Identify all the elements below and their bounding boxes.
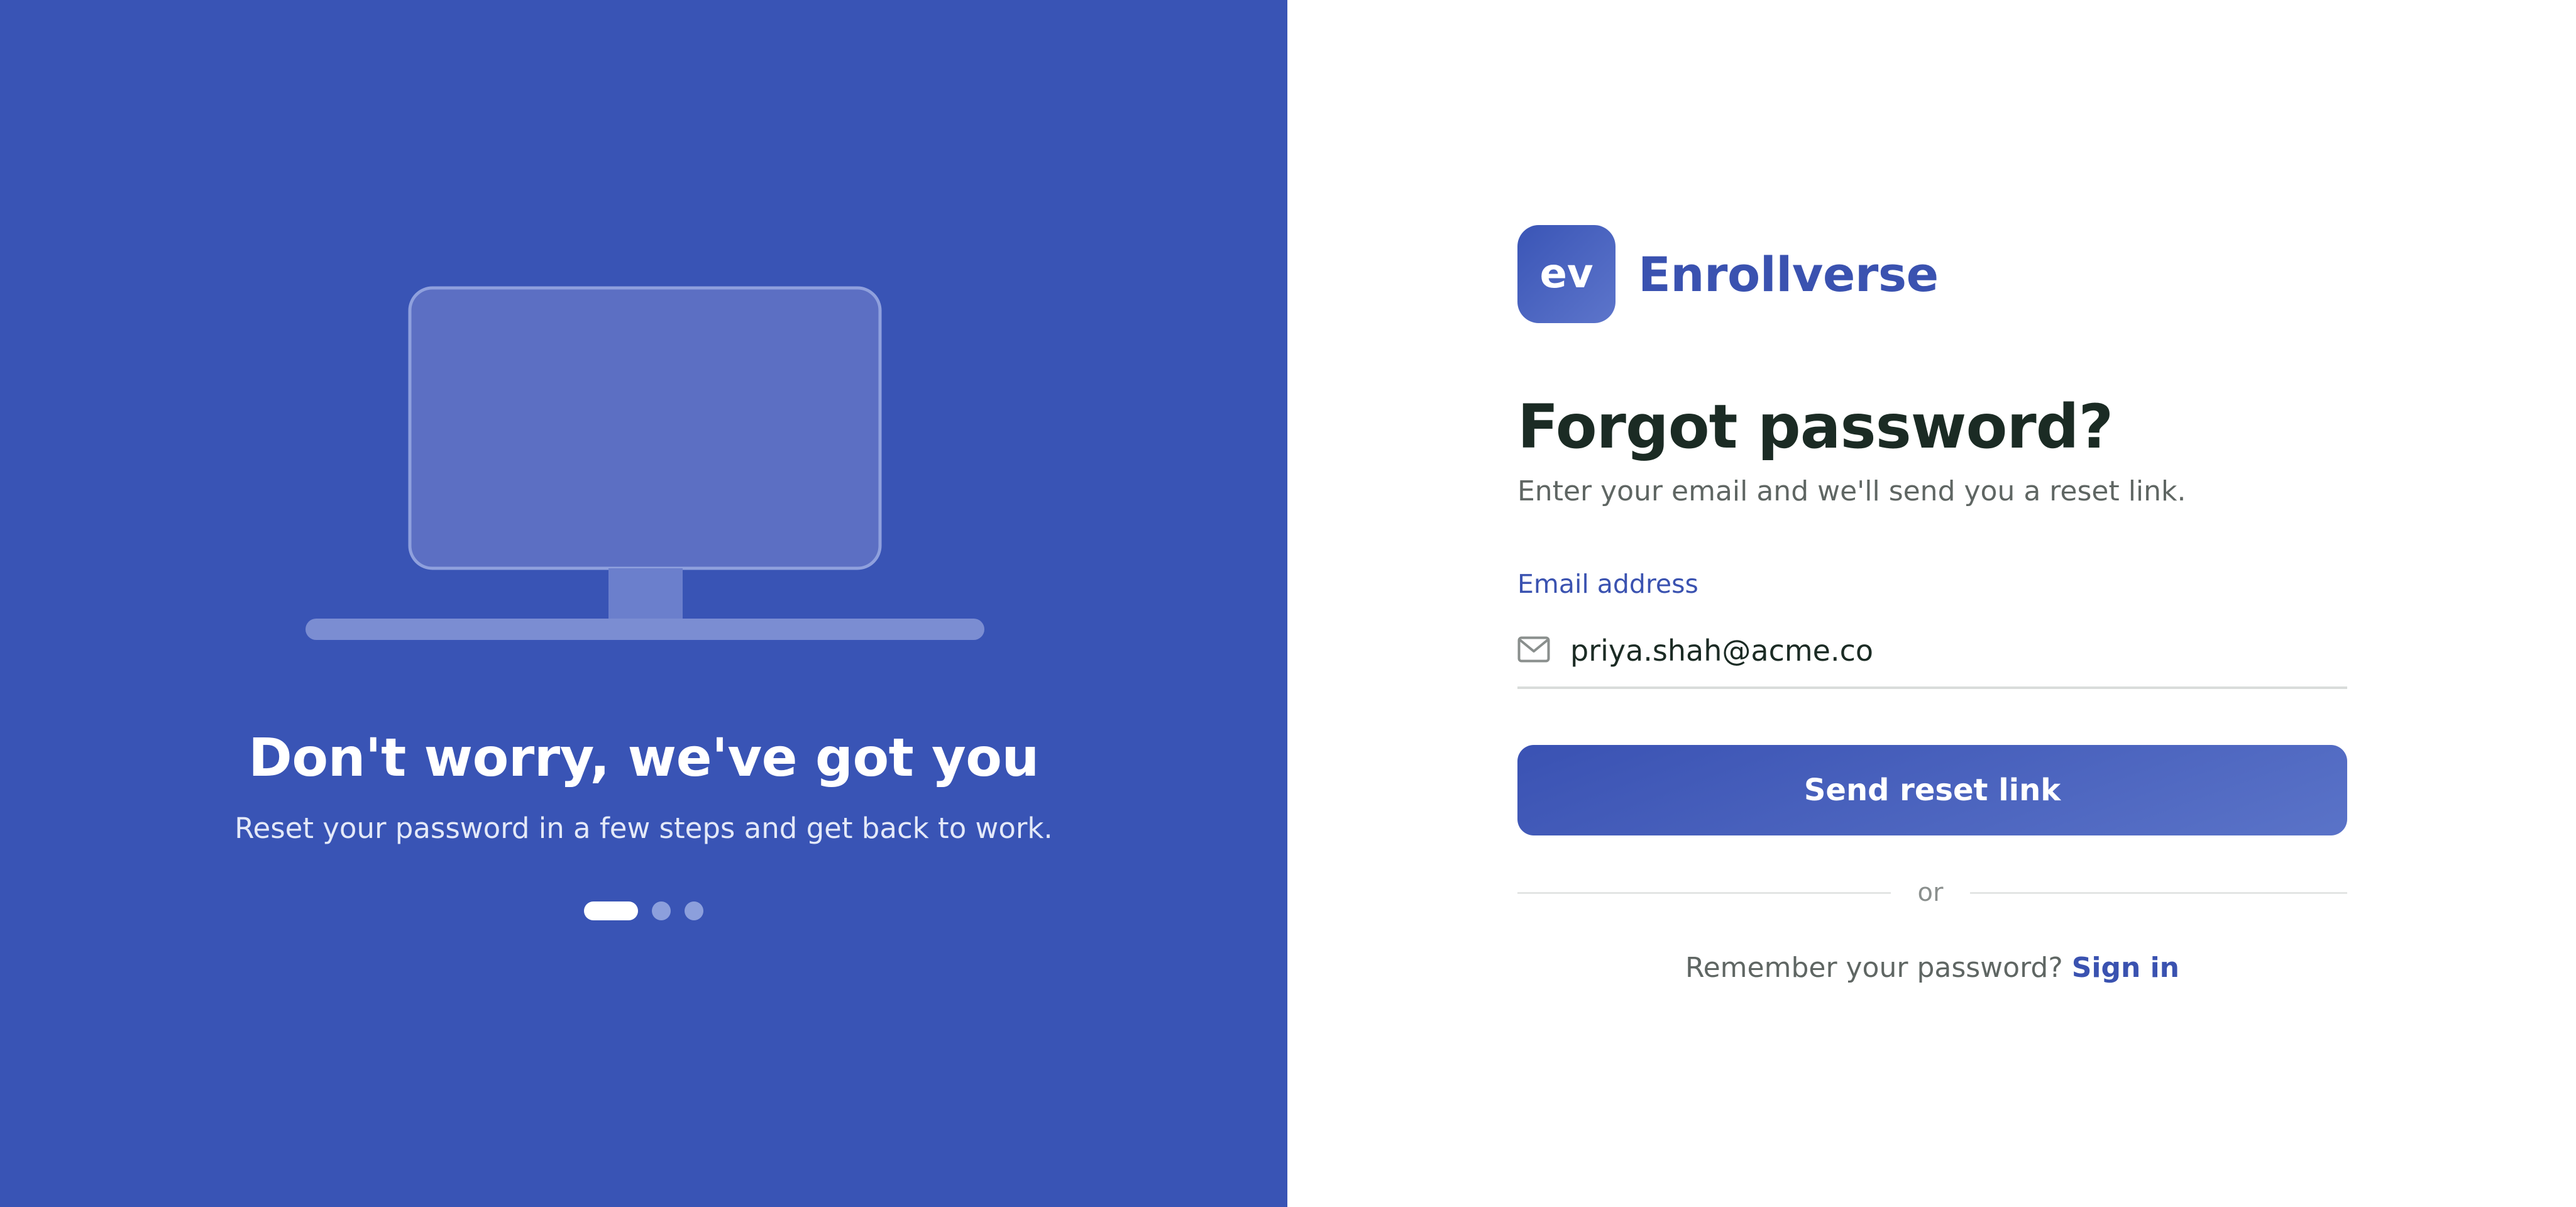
sign-in-link[interactable]: Sign in xyxy=(2072,952,2179,984)
carousel-dot-2[interactable] xyxy=(652,901,671,920)
promo-panel: Don't worry, we've got you Reset your pa… xyxy=(0,0,1287,1207)
carousel-dot-3[interactable] xyxy=(685,901,703,920)
page-subtitle: Enter your email and we'll send you a re… xyxy=(1517,475,2186,507)
signin-row: Remember your password? Sign in xyxy=(1517,949,2347,987)
monitor-neck xyxy=(608,568,683,620)
mail-icon xyxy=(1517,636,1550,663)
divider-line-right xyxy=(1970,892,2347,894)
monitor-base xyxy=(305,619,984,640)
brand-name: Enrollverse xyxy=(1638,246,1939,302)
form-panel: ev Enrollverse Forgot password? Enter yo… xyxy=(1287,0,2576,1207)
email-label: Email address xyxy=(1517,569,1698,599)
brand-logo: ev xyxy=(1517,225,1616,323)
monitor-screen xyxy=(408,286,882,570)
carousel-dots xyxy=(584,901,703,921)
forgot-password-page: Don't worry, we've got you Reset your pa… xyxy=(0,0,2576,1207)
divider-or: or xyxy=(1917,878,1944,907)
email-input[interactable] xyxy=(1570,622,2337,679)
email-field xyxy=(1517,616,2347,689)
send-reset-link-button[interactable]: Send reset link xyxy=(1517,745,2347,835)
promo-subtitle: Reset your password in a few steps and g… xyxy=(234,812,1053,845)
brand: ev Enrollverse xyxy=(1517,224,1939,324)
monitor-icon xyxy=(305,286,984,640)
carousel-dot-1[interactable] xyxy=(584,901,638,920)
promo-title: Don't worry, we've got you xyxy=(248,727,1039,788)
page-title: Forgot password? xyxy=(1517,392,2113,462)
signin-prompt: Remember your password? xyxy=(1685,952,2063,984)
divider-line-left xyxy=(1517,892,1891,894)
